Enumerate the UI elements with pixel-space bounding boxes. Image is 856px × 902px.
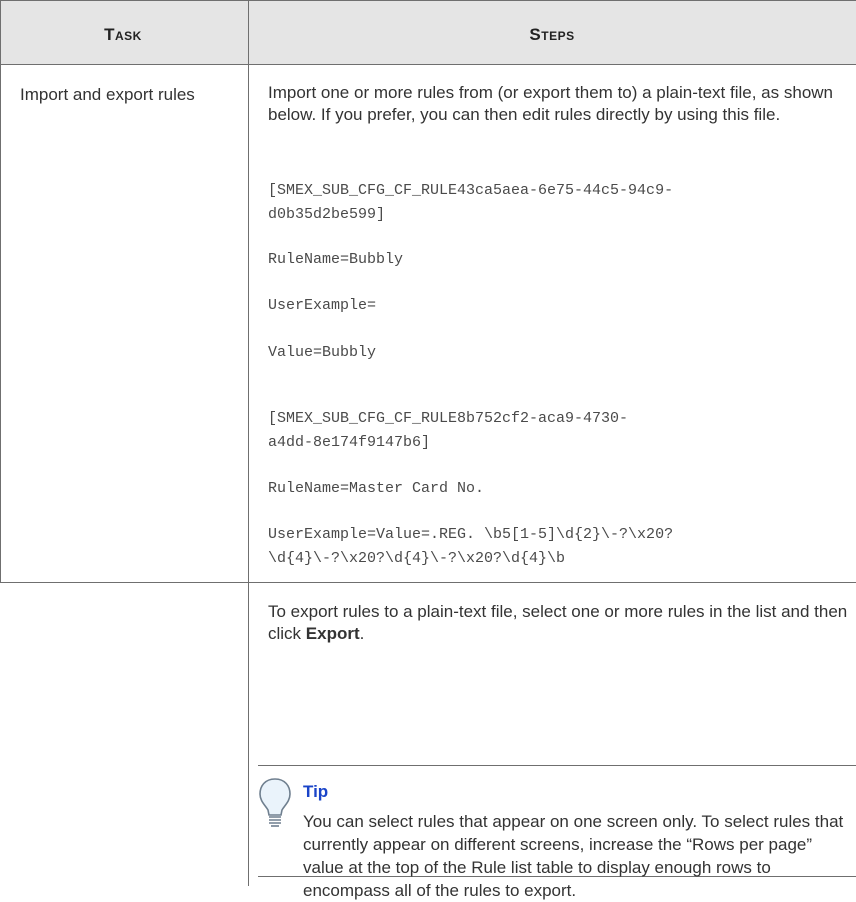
tip-top-rule <box>258 765 856 766</box>
table-left-border <box>0 64 1 582</box>
export-instructions: To export rules to a plain-text file, se… <box>268 602 848 643</box>
column-divider <box>248 0 249 886</box>
tip-body: You can select rules that appear on one … <box>303 812 844 900</box>
code-line: [SMEX_SUB_CFG_CF_RULE43ca5aea-6e75-44c5-… <box>268 182 674 199</box>
code-line: UserExample=Value=.REG. \b5[1-5]\d{2}\-?… <box>268 526 674 543</box>
export-button-reference: Export <box>305 624 360 643</box>
task-cell: Import and export rules <box>20 85 195 104</box>
header-task: Task <box>104 25 142 44</box>
tip-title: Tip <box>303 782 329 801</box>
code-line: \d{4}\-?\x20?\d{4}\-?\x20?\d{4}\b <box>268 550 566 567</box>
code-line: Value=Bubbly <box>268 344 377 361</box>
lightbulb-icon <box>258 776 292 832</box>
row-divider <box>0 582 856 583</box>
code-line: [SMEX_SUB_CFG_CF_RULE8b752cf2-aca9-4730- <box>268 410 629 427</box>
header-steps: Steps <box>529 25 575 44</box>
table-left-border-header <box>0 0 1 64</box>
header-bottom-border <box>0 64 856 65</box>
steps-intro: Import one or more rules from (or export… <box>268 83 834 124</box>
code-line: d0b35d2be599] <box>268 206 386 223</box>
code-line: a4dd-8e174f9147b6] <box>268 434 431 451</box>
table-top-border <box>0 0 856 1</box>
code-line: UserExample= <box>268 297 377 314</box>
code-line: RuleName=Bubbly <box>268 251 404 268</box>
code-line: RuleName=Master Card No. <box>268 480 485 497</box>
